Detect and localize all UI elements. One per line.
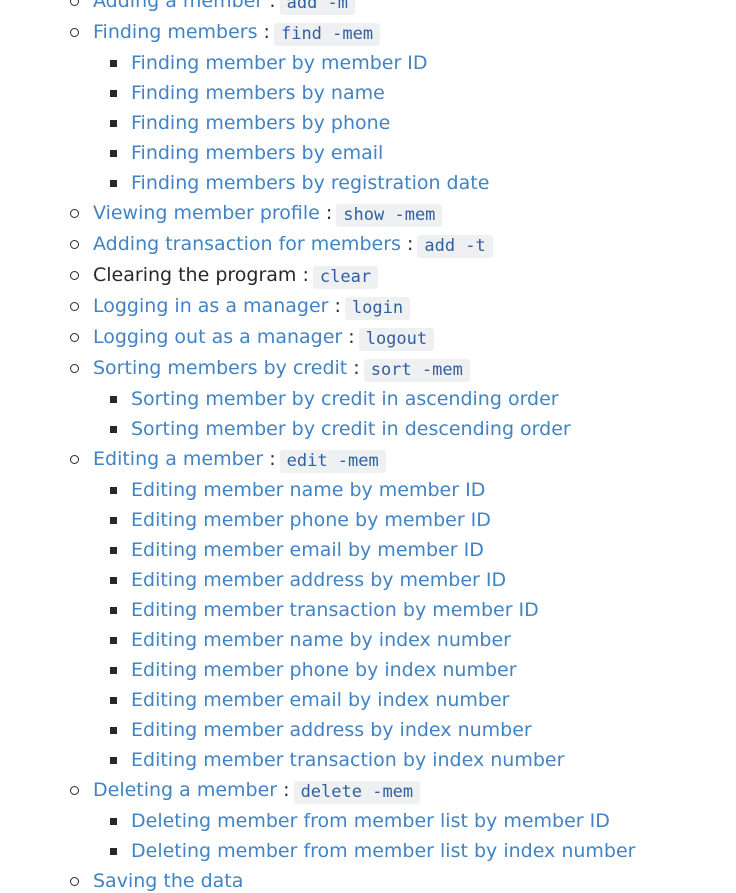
separator-colon: : <box>263 448 276 470</box>
item-link[interactable]: Saving the data <box>93 870 243 892</box>
circle-bullet-icon <box>70 209 79 218</box>
list-item-content: Editing a member : edit -mem <box>93 444 386 475</box>
square-bullet-icon <box>110 517 117 524</box>
command-code: clear <box>312 266 379 289</box>
circle-bullet-icon <box>70 877 79 886</box>
sub-item-link[interactable]: Finding members by phone <box>131 112 390 134</box>
sub-item-link[interactable]: Editing member email by index number <box>131 689 509 711</box>
list-item-content: Logging in as a manager : login <box>93 291 411 322</box>
separator-colon: : <box>400 233 414 255</box>
list-item-content: Adding transaction for members : add -t <box>93 229 493 260</box>
square-bullet-icon <box>110 547 117 554</box>
square-bullet-icon <box>110 120 117 127</box>
item-link[interactable]: Finding members <box>93 21 258 43</box>
command-code: add -m <box>279 0 356 15</box>
command-code: delete -mem <box>293 781 421 804</box>
separator-colon: : <box>347 357 360 379</box>
separator-colon: : <box>263 0 276 12</box>
item-link[interactable]: Editing a member <box>93 448 263 470</box>
sub-item-link[interactable]: Deleting member from member list by inde… <box>131 840 636 862</box>
item-link[interactable]: Sorting members by credit <box>93 357 347 379</box>
sub-item-link[interactable]: Sorting member by credit in descending o… <box>131 418 571 440</box>
separator-colon: : <box>296 264 309 286</box>
sub-item-link[interactable]: Editing member transaction by member ID <box>131 599 539 621</box>
sub-item-link[interactable]: Finding members by name <box>131 82 385 104</box>
item-link[interactable]: Logging in as a manager <box>93 295 328 317</box>
sub-item-link[interactable]: Finding member by member ID <box>131 52 428 74</box>
sub-item-link[interactable]: Editing member transaction by index numb… <box>131 749 564 771</box>
square-bullet-icon <box>110 396 117 403</box>
sub-item-link[interactable]: Finding members by email <box>131 142 383 164</box>
sub-item-link[interactable]: Editing member phone by index number <box>131 659 517 681</box>
sub-item-link[interactable]: Editing member address by member ID <box>131 569 506 591</box>
sub-item-link[interactable]: Editing member phone by member ID <box>131 509 491 531</box>
square-bullet-icon <box>110 487 117 494</box>
list-item-content: Logging out as a manager : logout <box>93 322 435 353</box>
item-link: Clearing the program <box>93 264 297 286</box>
circle-bullet-icon <box>70 0 79 6</box>
command-code: login <box>344 297 411 320</box>
square-bullet-icon <box>110 818 117 825</box>
command-code: find -mem <box>273 23 381 46</box>
command-code: edit -mem <box>279 450 386 473</box>
separator-colon: : <box>328 295 341 317</box>
square-bullet-icon <box>110 150 117 157</box>
item-link[interactable]: Deleting a member <box>93 779 277 801</box>
square-bullet-icon <box>110 426 117 433</box>
command-code: add -t <box>417 235 493 258</box>
circle-bullet-icon <box>70 455 79 464</box>
command-code: sort -mem <box>363 359 470 382</box>
square-bullet-icon <box>110 180 117 187</box>
square-bullet-icon <box>110 697 117 704</box>
square-bullet-icon <box>110 607 117 614</box>
separator-colon: : <box>319 202 333 224</box>
square-bullet-icon <box>110 848 117 855</box>
square-bullet-icon <box>110 637 117 644</box>
circle-bullet-icon <box>70 271 79 280</box>
list-item-content: Viewing member profile : show -mem <box>93 198 443 229</box>
circle-bullet-icon <box>70 302 79 311</box>
list-item-content: Saving the data <box>93 866 243 893</box>
sub-item-link[interactable]: Editing member email by member ID <box>131 539 484 561</box>
separator-colon: : <box>277 779 290 801</box>
circle-bullet-icon <box>70 28 79 37</box>
command-code: logout <box>358 328 435 351</box>
list-item-content: Finding members : find -mem <box>93 17 381 48</box>
list-item-content: Clearing the program : clear <box>93 260 379 291</box>
sub-item-link[interactable]: Editing member name by index number <box>131 629 511 651</box>
sub-item-link[interactable]: Sorting member by credit in ascending or… <box>131 388 559 410</box>
sub-item-link[interactable]: Editing member address by index number <box>131 719 532 741</box>
circle-bullet-icon <box>70 333 79 342</box>
square-bullet-icon <box>110 727 117 734</box>
item-link[interactable]: Logging out as a manager <box>93 326 342 348</box>
command-code: show -mem <box>336 204 443 227</box>
square-bullet-icon <box>110 577 117 584</box>
list-item-content: Adding a member : add -m <box>93 0 356 17</box>
circle-bullet-icon <box>70 786 79 795</box>
sub-item-link[interactable]: Deleting member from member list by memb… <box>131 810 610 832</box>
circle-bullet-icon <box>70 364 79 373</box>
square-bullet-icon <box>110 60 117 67</box>
circle-bullet-icon <box>70 240 79 249</box>
separator-colon: : <box>342 326 355 348</box>
separator-colon: : <box>257 21 270 43</box>
item-link[interactable]: Adding transaction for members <box>93 233 401 255</box>
list-item-content: Deleting a member : delete -mem <box>93 775 421 806</box>
item-link[interactable]: Adding a member <box>93 0 263 12</box>
list-item-content: Sorting members by credit : sort -mem <box>93 353 470 384</box>
item-link[interactable]: Viewing member profile <box>93 202 320 224</box>
sub-item-link[interactable]: Finding members by registration date <box>131 172 489 194</box>
sub-item-link[interactable]: Editing member name by member ID <box>131 479 485 501</box>
square-bullet-icon <box>110 757 117 764</box>
square-bullet-icon <box>110 667 117 674</box>
square-bullet-icon <box>110 90 117 97</box>
